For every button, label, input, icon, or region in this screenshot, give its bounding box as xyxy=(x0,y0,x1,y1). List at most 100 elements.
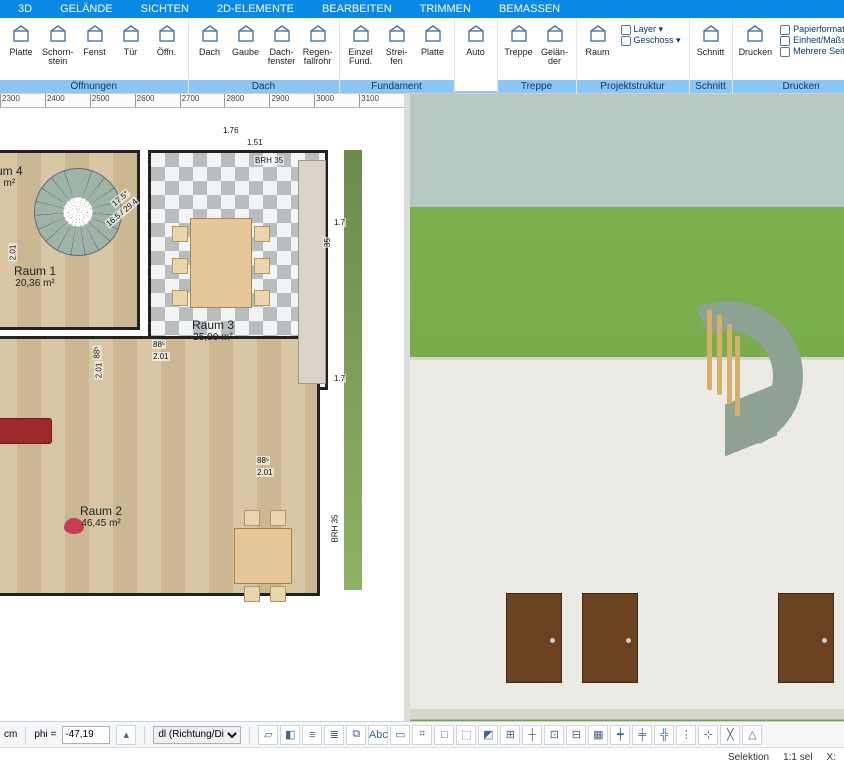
toolbar-button-6[interactable]: ▭ xyxy=(390,725,410,745)
dim: BRH 35 xyxy=(331,513,340,543)
toolbar-button-20[interactable]: ⊹ xyxy=(698,725,718,745)
ribbon-mini-einheit-ma-st-[interactable]: Einheit/Maßst. ▾ xyxy=(780,35,844,46)
ribbon-dach-fenster[interactable]: Dach- fenster xyxy=(265,22,299,69)
ruler-tick: 3000 xyxy=(314,94,359,107)
ribbon-fenst[interactable]: Fenst xyxy=(78,22,112,59)
toolbar-button-22[interactable]: △ xyxy=(742,725,762,745)
door-3d xyxy=(582,593,638,683)
toolbar-button-5[interactable]: Abc xyxy=(368,725,388,745)
ribbon-schorn-stein[interactable]: Schorn- stein xyxy=(40,22,76,69)
ribbon-mini-mehrere-seiten[interactable]: Mehrere Seiten ▾ xyxy=(780,46,844,57)
ribbon-einzel-fund-[interactable]: Einzel Fund. xyxy=(344,22,378,69)
ribbon-dach[interactable]: Dach xyxy=(193,22,227,59)
label-room3: Raum 325,90 m² xyxy=(192,318,234,343)
toolbar-button-8[interactable]: □ xyxy=(434,725,454,745)
ribbon-group-title: Projektstruktur xyxy=(577,80,689,93)
ribbon-group-title: Schnitt xyxy=(690,80,732,93)
sofa xyxy=(0,418,52,444)
menu-3d[interactable]: 3D xyxy=(18,3,32,15)
dim: 2.01 xyxy=(8,244,17,262)
ribbon-strei-fen[interactable]: Strei- fen xyxy=(380,22,414,69)
tool-icon xyxy=(10,24,32,46)
tool-icon xyxy=(386,24,408,46)
ribbon-platte[interactable]: Platte xyxy=(416,22,450,59)
dim: 35 xyxy=(323,237,332,248)
ribbon-auto[interactable]: Auto xyxy=(459,22,493,59)
toolbar-button-21[interactable]: ╳ xyxy=(720,725,740,745)
chair xyxy=(244,510,260,526)
toolbar-button-0[interactable]: ▱ xyxy=(258,725,278,745)
menu-sichten[interactable]: SICHTEN xyxy=(141,3,189,15)
spiral-staircase-2d xyxy=(34,168,122,256)
status-x: X: xyxy=(827,752,836,763)
workspace: 230024002500260027002800290030003100 xyxy=(0,94,844,721)
toolbar-button-3[interactable]: ≣ xyxy=(324,725,344,745)
toolbar-button-12[interactable]: ┼ xyxy=(522,725,542,745)
ribbon-drucken[interactable]: Drucken xyxy=(737,22,775,59)
toolbar-button-15[interactable]: ▦ xyxy=(588,725,608,745)
ruler-tick: 2300 xyxy=(0,94,45,107)
menu-2d[interactable]: 2D-ELEMENTE xyxy=(217,3,294,15)
mini-icon xyxy=(780,47,790,57)
menu-bearbeiten[interactable]: BEARBEITEN xyxy=(322,3,392,15)
toolbar-button-17[interactable]: ╪ xyxy=(632,725,652,745)
chair xyxy=(270,586,286,602)
menu-gelaende[interactable]: GELÄNDE xyxy=(60,3,113,15)
ribbon-raum[interactable]: Raum xyxy=(581,22,615,59)
ribbon-group-title: Treppe xyxy=(498,80,576,93)
mode-select[interactable]: dl (Richtung/Di xyxy=(153,726,241,744)
dim: 1.7 xyxy=(333,374,346,383)
unit-label: cm xyxy=(4,729,17,740)
chair xyxy=(270,510,286,526)
ribbon-mini-layer[interactable]: Layer ▾ xyxy=(621,24,681,35)
3d-view[interactable] xyxy=(410,94,844,721)
toolbar-button-10[interactable]: ◩ xyxy=(478,725,498,745)
ribbon-schnitt[interactable]: Schnitt xyxy=(694,22,728,59)
menu-bemassen[interactable]: BEMASSEN xyxy=(499,3,560,15)
dim: 1.76 xyxy=(222,126,240,135)
ribbon-platte[interactable]: Platte xyxy=(4,22,38,59)
ribbon-mini-papierformat[interactable]: Papierformat ▾ xyxy=(780,24,844,35)
phi-input[interactable] xyxy=(62,726,110,744)
ribbon-t-r[interactable]: Tür xyxy=(114,22,148,59)
tool-icon xyxy=(47,24,69,46)
toolbar-button-2[interactable]: ≡ xyxy=(302,725,322,745)
toolbar-button-7[interactable]: ⌗ xyxy=(412,725,432,745)
toolbar-button-4[interactable]: ⧉ xyxy=(346,725,366,745)
spinner-button[interactable]: ▴ xyxy=(116,725,136,745)
tool-icon xyxy=(587,24,609,46)
toolbar-button-19[interactable]: ⋮ xyxy=(676,725,696,745)
toolbar-button-1[interactable]: ◧ xyxy=(280,725,300,745)
toolbar-button-9[interactable]: ⬚ xyxy=(456,725,476,745)
ribbon-group-title xyxy=(455,91,497,93)
tool-icon xyxy=(508,24,530,46)
ribbon-gel-n-der[interactable]: Gelän- der xyxy=(538,22,572,69)
tool-icon xyxy=(156,24,178,46)
ribbon: PlatteSchorn- steinFenstTürÖffn.Öffnunge… xyxy=(0,18,844,94)
toolbar-button-13[interactable]: ⊡ xyxy=(544,725,564,745)
ribbon-group-title: Drucken xyxy=(733,80,844,93)
tool-icon xyxy=(700,24,722,46)
ruler-tick: 2400 xyxy=(45,94,90,107)
spiral-staircase-3d xyxy=(653,301,803,451)
ruler-tick: 2500 xyxy=(90,94,135,107)
ruler-horizontal: 230024002500260027002800290030003100 xyxy=(0,94,404,108)
ribbon-gaube[interactable]: Gaube xyxy=(229,22,263,59)
ribbon--ffn-[interactable]: Öffn. xyxy=(150,22,184,59)
toolbar-button-18[interactable]: ╬ xyxy=(654,725,674,745)
ruler-tick: 2600 xyxy=(135,94,180,107)
floorplan-view[interactable]: 230024002500260027002800290030003100 xyxy=(0,94,410,721)
ribbon-treppe[interactable]: Treppe xyxy=(502,22,536,59)
toolbar-button-16[interactable]: ┿ xyxy=(610,725,630,745)
toolbar-button-11[interactable]: ⊞ xyxy=(500,725,520,745)
dim: 2.01 xyxy=(94,362,103,380)
toolbar-button-14[interactable]: ⊟ xyxy=(566,725,586,745)
tool-icon xyxy=(307,24,329,46)
menu-trimmen[interactable]: TRIMMEN xyxy=(420,3,471,15)
ribbon-mini-geschoss[interactable]: Geschoss ▾ xyxy=(621,35,681,46)
ruler-tick: 2800 xyxy=(224,94,269,107)
chair xyxy=(172,258,188,274)
status-selection: Selektion xyxy=(728,752,769,763)
ribbon-regen-fallrohr[interactable]: Regen- fallrohr xyxy=(301,22,335,69)
floorplan-canvas[interactable]: um 4m² Raum 120,36 m² Raum 325,90 m² Rau… xyxy=(0,108,404,721)
